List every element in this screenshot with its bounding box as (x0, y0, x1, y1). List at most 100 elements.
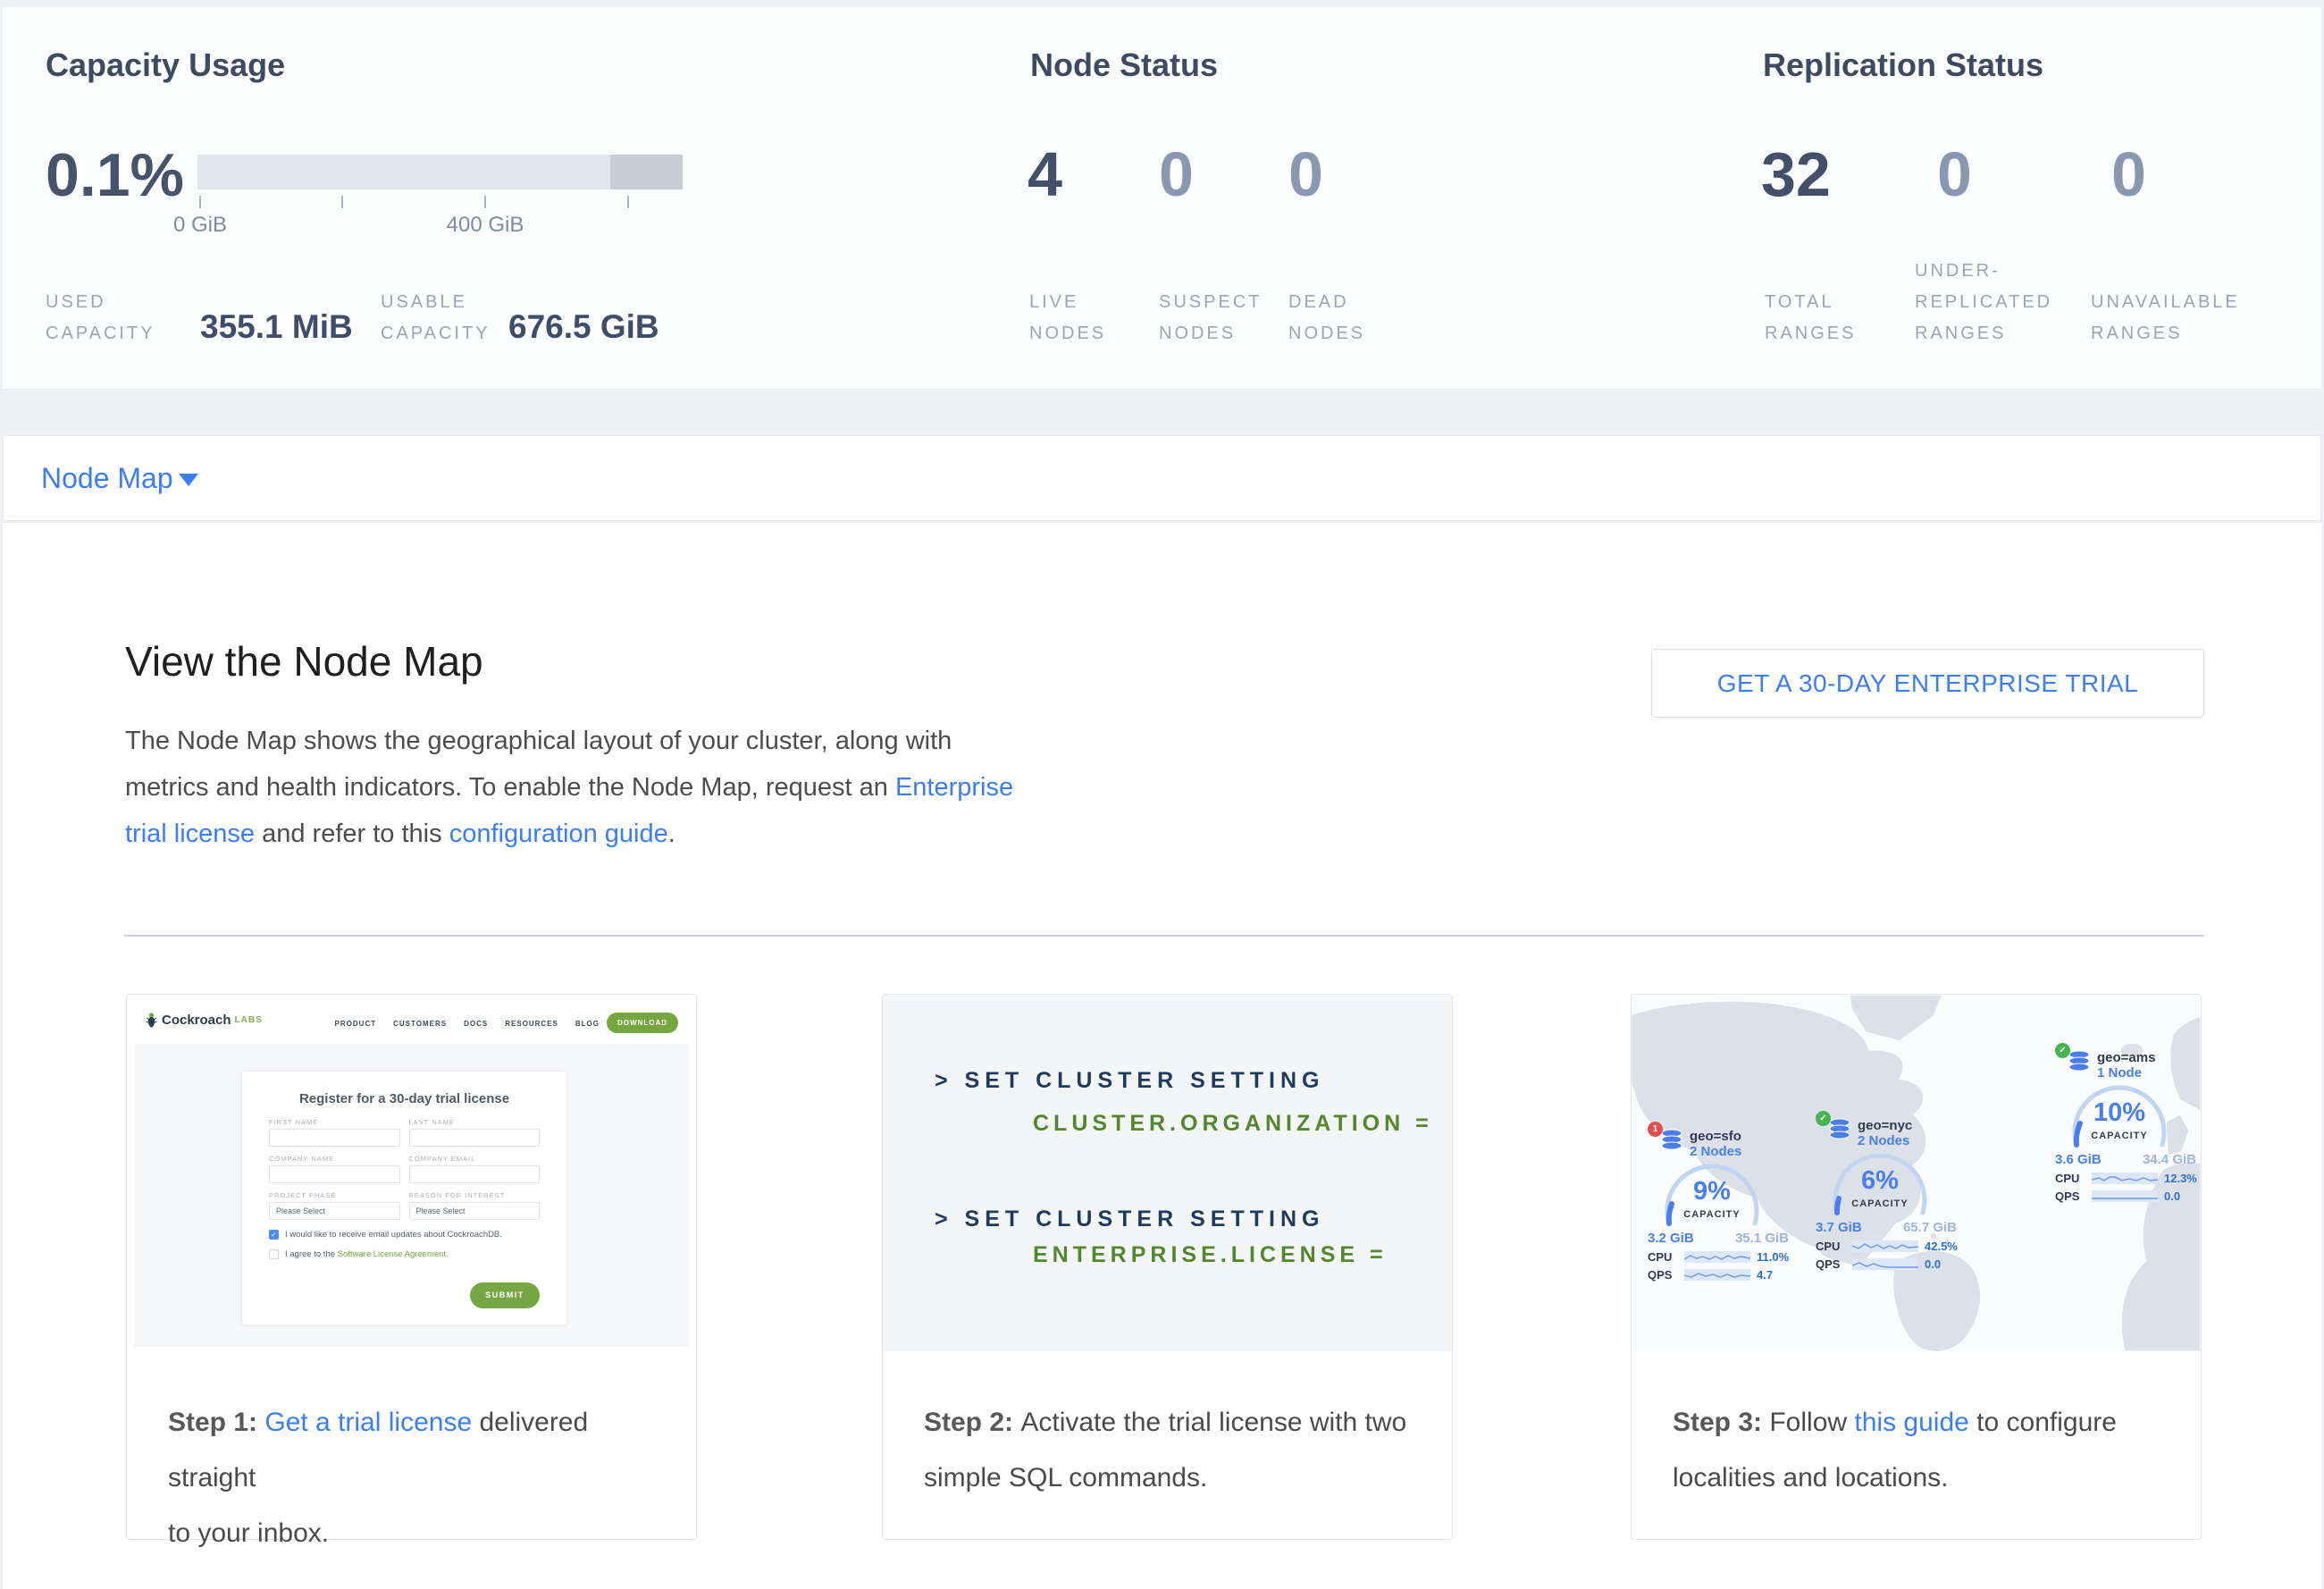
used-capacity-label: USED CAPACITY (46, 287, 155, 349)
step1-caption: Step 1: Get a trial license delivered st… (168, 1395, 669, 1561)
caption-line: Step 2: Activate the trial license with … (924, 1395, 1425, 1450)
usable-capacity-value: 676.5 GiB (508, 308, 659, 346)
first-name-field: FIRST NAME (269, 1118, 400, 1147)
dead-nodes-count: 0 (1288, 139, 1323, 209)
node-map-dropdown-label[interactable]: Node Map (41, 436, 173, 520)
code-line-set-cluster-setting-1: > SET CLUSTER SETTING (935, 1068, 1324, 1094)
cockroach-bug-icon (145, 1013, 158, 1028)
qps-sparkline (1852, 1258, 1918, 1270)
live-nodes-label: LIVE NODES (1029, 287, 1106, 349)
locality-nyc: ✓ geo=nyc 2 Nodes (1816, 1118, 1967, 1271)
capacity-used: 3.6 GiB (2055, 1152, 2102, 1167)
node-map-description: The Node Map shows the geographical layo… (125, 718, 1013, 857)
node-map-section-toggle[interactable]: Node Map (3, 435, 2321, 521)
capacity-tick-label-0: 0 GiB (173, 213, 227, 238)
trial-form-screenshot: Cockroach LABS PRODUCT CUSTOMERS DOCS RE… (134, 1003, 689, 1347)
capacity-tick-label-400: 400 GiB (447, 213, 524, 238)
code-line-set-cluster-setting-2: > SET CLUSTER SETTING (935, 1206, 1324, 1232)
trial-registration-form: Register for a 30-day trial license FIRS… (241, 1071, 567, 1325)
capacity-total: 35.1 GiB (1735, 1231, 1789, 1246)
under-replicated-ranges-count: 0 (1937, 139, 1972, 209)
capacity-usage-title: Capacity Usage (46, 46, 285, 84)
nav-item-product: PRODUCT (335, 1020, 377, 1028)
project-phase-select: PROJECT PHASE Please Select (269, 1191, 400, 1220)
capacity-tick (199, 196, 201, 208)
capacity-used: 3.7 GiB (1816, 1220, 1862, 1235)
nav-item-resources: RESOURCES (505, 1020, 558, 1028)
capacity-percent: 6% (1826, 1166, 1934, 1196)
description-line[interactable]: metrics and health indicators. To enable… (125, 764, 1013, 811)
capacity-percent: 10% (2066, 1098, 2173, 1128)
code-line-enterprise-license: ENTERPRISE.LICENSE = (1033, 1242, 1388, 1268)
capacity-used: 3.2 GiB (1648, 1231, 1694, 1246)
cpu-value: 11.0% (1757, 1250, 1789, 1264)
cpu-label: CPU (2055, 1172, 2085, 1185)
capacity-bar (197, 155, 683, 189)
qps-label: QPS (1648, 1268, 1678, 1282)
capacity-gauge: 9% CAPACITY (1658, 1163, 1766, 1231)
qps-sparkline (2092, 1190, 2158, 1202)
capacity-used-percent: 0.1% (46, 139, 184, 211)
replication-status-title: Replication Status (1763, 46, 2043, 84)
cpu-value: 12.3% (2164, 1172, 2197, 1185)
cluster-summary-panel: Capacity Usage 0.1% 0 GiB 400 GiB USED C… (3, 7, 2321, 390)
database-stack-icon (2068, 1050, 2091, 1072)
qps-label: QPS (2055, 1190, 2085, 1203)
reason-for-interest-select: REASON FOR INTEREST Please Select (409, 1191, 541, 1220)
live-nodes-count: 4 (1028, 139, 1062, 209)
cpu-label: CPU (1648, 1250, 1678, 1264)
qps-sparkline (1684, 1269, 1750, 1281)
qps-label: QPS (1816, 1257, 1846, 1271)
qps-value: 4.7 (1757, 1268, 1773, 1282)
nav-item-customers: CUSTOMERS (393, 1020, 447, 1028)
capacity-gauge-label: CAPACITY (2066, 1131, 2173, 1141)
company-email-field: COMPANY EMAIL (409, 1155, 541, 1183)
cpu-sparkline (1852, 1240, 1918, 1252)
cpu-sparkline (2092, 1173, 2158, 1184)
dead-nodes-label: DEAD NODES (1288, 287, 1365, 349)
capacity-tick (341, 196, 343, 208)
enterprise-trial-button[interactable]: GET A 30-DAY ENTERPRISE TRIAL (1651, 649, 2204, 718)
form-title: Register for a 30-day trial license (242, 1091, 566, 1106)
caption-line[interactable]: Step 1: Get a trial license delivered st… (168, 1395, 669, 1506)
suspect-nodes-label: SUSPECT NODES (1159, 287, 1262, 349)
capacity-bar-used-segment (610, 155, 683, 189)
locality-node-count: 2 Nodes (1690, 1144, 1741, 1159)
capacity-gauge: 6% CAPACITY (1826, 1152, 1934, 1220)
node-map-content-panel: View the Node Map The Node Map shows the… (3, 522, 2321, 1589)
caption-line[interactable]: Step 3: Follow this guide to configure (1673, 1395, 2174, 1450)
download-pill-button: DOWNLOAD (607, 1013, 678, 1033)
capacity-total: 34.4 GiB (2143, 1152, 2196, 1167)
chevron-down-icon[interactable] (179, 474, 198, 486)
usable-capacity-label: USABLE CAPACITY (381, 287, 491, 349)
sql-code-block: > SET CLUSTER SETTING CLUSTER.ORGANIZATI… (883, 995, 1452, 1351)
cpu-value: 42.5% (1925, 1240, 1958, 1253)
description-line: The Node Map shows the geographical layo… (125, 718, 1013, 764)
capacity-tick (484, 196, 486, 208)
locality-ams: ✓ geo=ams 1 Node (2055, 1050, 2201, 1203)
qps-value: 0.0 (2164, 1190, 2180, 1203)
company-name-field: COMPANY NAME (269, 1155, 400, 1183)
error-badge-icon: 1 (1648, 1122, 1663, 1137)
nav-item-blog: BLOG (575, 1020, 600, 1028)
step2-caption: Step 2: Activate the trial license with … (924, 1395, 1425, 1506)
step3-card: 1 geo=sfo 2 Nodes (1631, 994, 2202, 1540)
locality-node-count: 1 Node (2097, 1065, 2155, 1080)
healthy-badge-icon: ✓ (2055, 1043, 2070, 1058)
capacity-gauge: 10% CAPACITY (2066, 1084, 2173, 1152)
screenshot-page-body: Register for a 30-day trial license FIRS… (134, 1044, 689, 1347)
submit-pill-button: SUBMIT (470, 1282, 540, 1308)
unchecked-checkbox-icon (269, 1249, 279, 1259)
caption-line: simple SQL commands. (924, 1450, 1425, 1506)
locality-name: geo=nyc (1858, 1118, 1912, 1133)
used-capacity-value: 355.1 MiB (200, 308, 353, 346)
qps-value: 0.0 (1925, 1257, 1941, 1271)
license-agree-checkbox-row: I agree to the Software License Agreemen… (269, 1249, 540, 1259)
capacity-gauge-label: CAPACITY (1826, 1198, 1934, 1209)
caption-line: localities and locations. (1673, 1450, 2174, 1506)
description-line[interactable]: trial license and refer to this configur… (125, 811, 1013, 857)
nav-item-docs: DOCS (464, 1020, 488, 1028)
caption-line: to your inbox. (168, 1506, 669, 1561)
cpu-sparkline (1684, 1251, 1750, 1263)
under-replicated-ranges-label: UNDER- REPLICATED RANGES (1915, 256, 2052, 349)
